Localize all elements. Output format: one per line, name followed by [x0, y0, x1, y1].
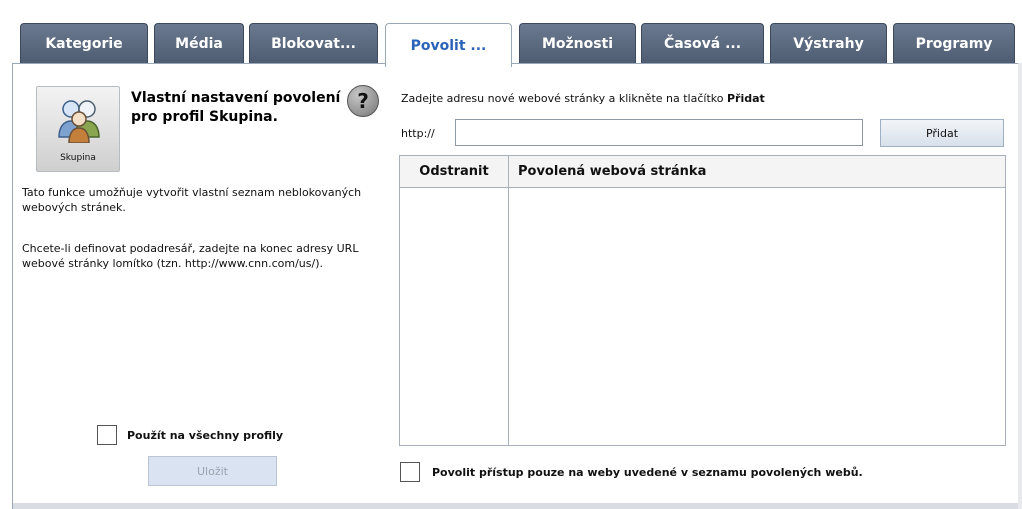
url-prefix-label: http://	[401, 127, 435, 140]
allow-only-checkbox-box[interactable]	[400, 462, 420, 482]
url-input[interactable]	[455, 119, 863, 146]
table-column-divider	[508, 156, 509, 445]
description-paragraph-1: Tato funkce umožňuje vytvořit vlastní se…	[22, 186, 362, 214]
profile-tile[interactable]: Skupina	[36, 86, 120, 172]
apply-all-profiles-checkbox[interactable]: Použít na všechny profily	[97, 425, 283, 445]
tab-blokovat[interactable]: Blokovat...	[249, 23, 378, 63]
tab-media[interactable]: Média	[154, 23, 244, 63]
right-edge-strip	[1018, 63, 1022, 509]
column-header-allowed-site: Povolená webová stránka	[518, 164, 707, 179]
tab-vystrahy[interactable]: Výstrahy	[770, 23, 887, 63]
add-button[interactable]: Přidat	[880, 119, 1004, 147]
allowed-sites-table: Odstranit Povolená webová stránka	[399, 155, 1006, 446]
help-icon[interactable]: ?	[347, 85, 379, 117]
tab-moznosti[interactable]: Možnosti	[519, 23, 636, 63]
tab-bar: Kategorie Média Blokovat... Povolit ... …	[20, 23, 1015, 67]
save-button[interactable]: Uložit	[148, 456, 277, 486]
description-paragraph-2: Chcete-li definovat podadresář, zadejte …	[22, 242, 359, 270]
url-instruction-text: Zadejte adresu nové webové stránky a kli…	[401, 92, 727, 105]
table-header: Odstranit Povolená webová stránka	[400, 156, 1005, 188]
tab-casova[interactable]: Časová ...	[641, 23, 764, 63]
tab-kategorie[interactable]: Kategorie	[20, 23, 148, 63]
content-panel: Skupina Vlastní nastavení povolení pro p…	[12, 63, 1022, 509]
tab-programy[interactable]: Programy	[893, 23, 1015, 63]
profile-title: Vlastní nastavení povolení pro profil Sk…	[131, 90, 341, 125]
allow-only-listed-checkbox[interactable]: Povolit přístup pouze na weby uvedené v …	[400, 462, 863, 482]
column-header-remove: Odstranit	[419, 164, 489, 179]
tab-povolit[interactable]: Povolit ...	[385, 23, 512, 67]
url-instruction: Zadejte adresu nové webové stránky a kli…	[401, 92, 765, 105]
apply-all-checkbox-label: Použít na všechny profily	[127, 428, 284, 442]
url-instruction-bold: Přidat	[726, 92, 765, 105]
apply-all-checkbox-box[interactable]	[97, 425, 117, 445]
profile-tile-label: Skupina	[60, 153, 96, 163]
allow-only-checkbox-label: Povolit přístup pouze na weby uvedené v …	[432, 465, 863, 479]
group-profile-icon	[58, 100, 100, 143]
